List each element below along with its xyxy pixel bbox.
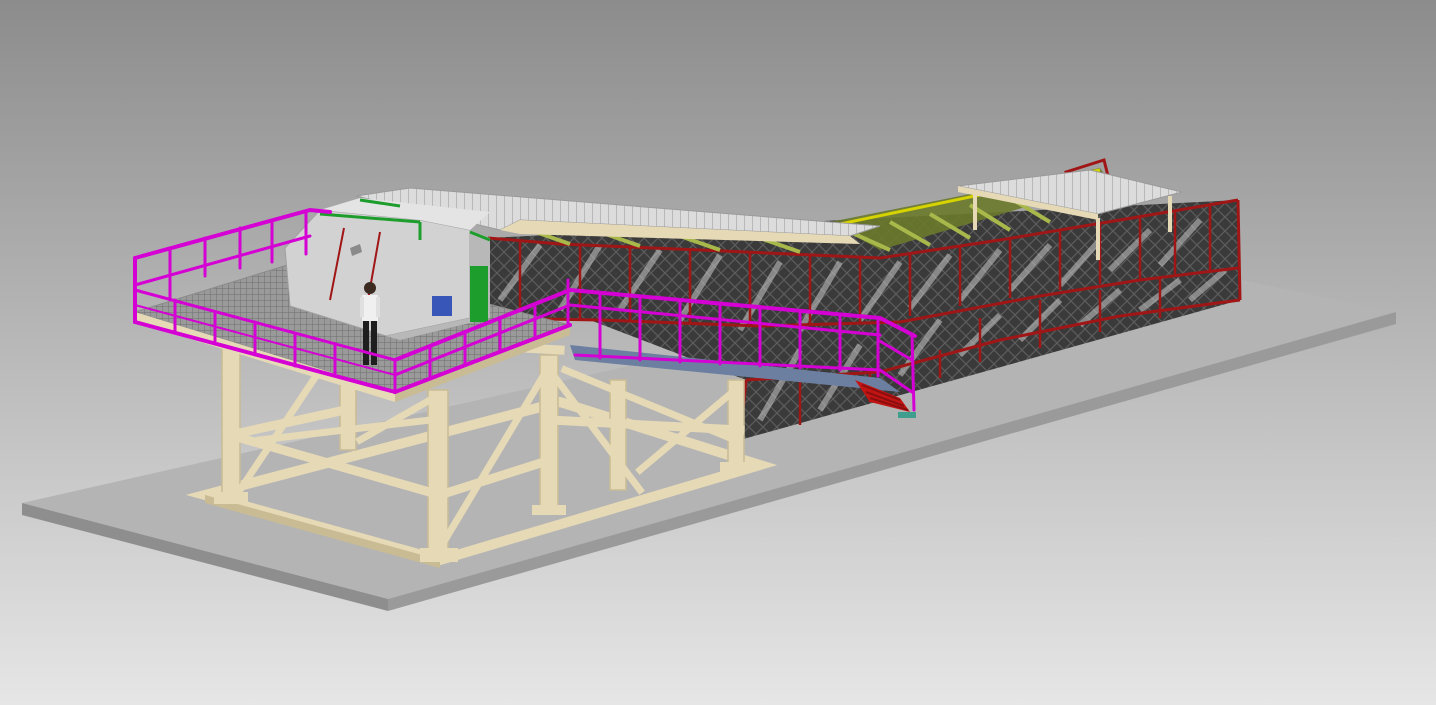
cad-3d-scene xyxy=(0,0,1436,705)
cad-viewport[interactable] xyxy=(0,0,1436,705)
